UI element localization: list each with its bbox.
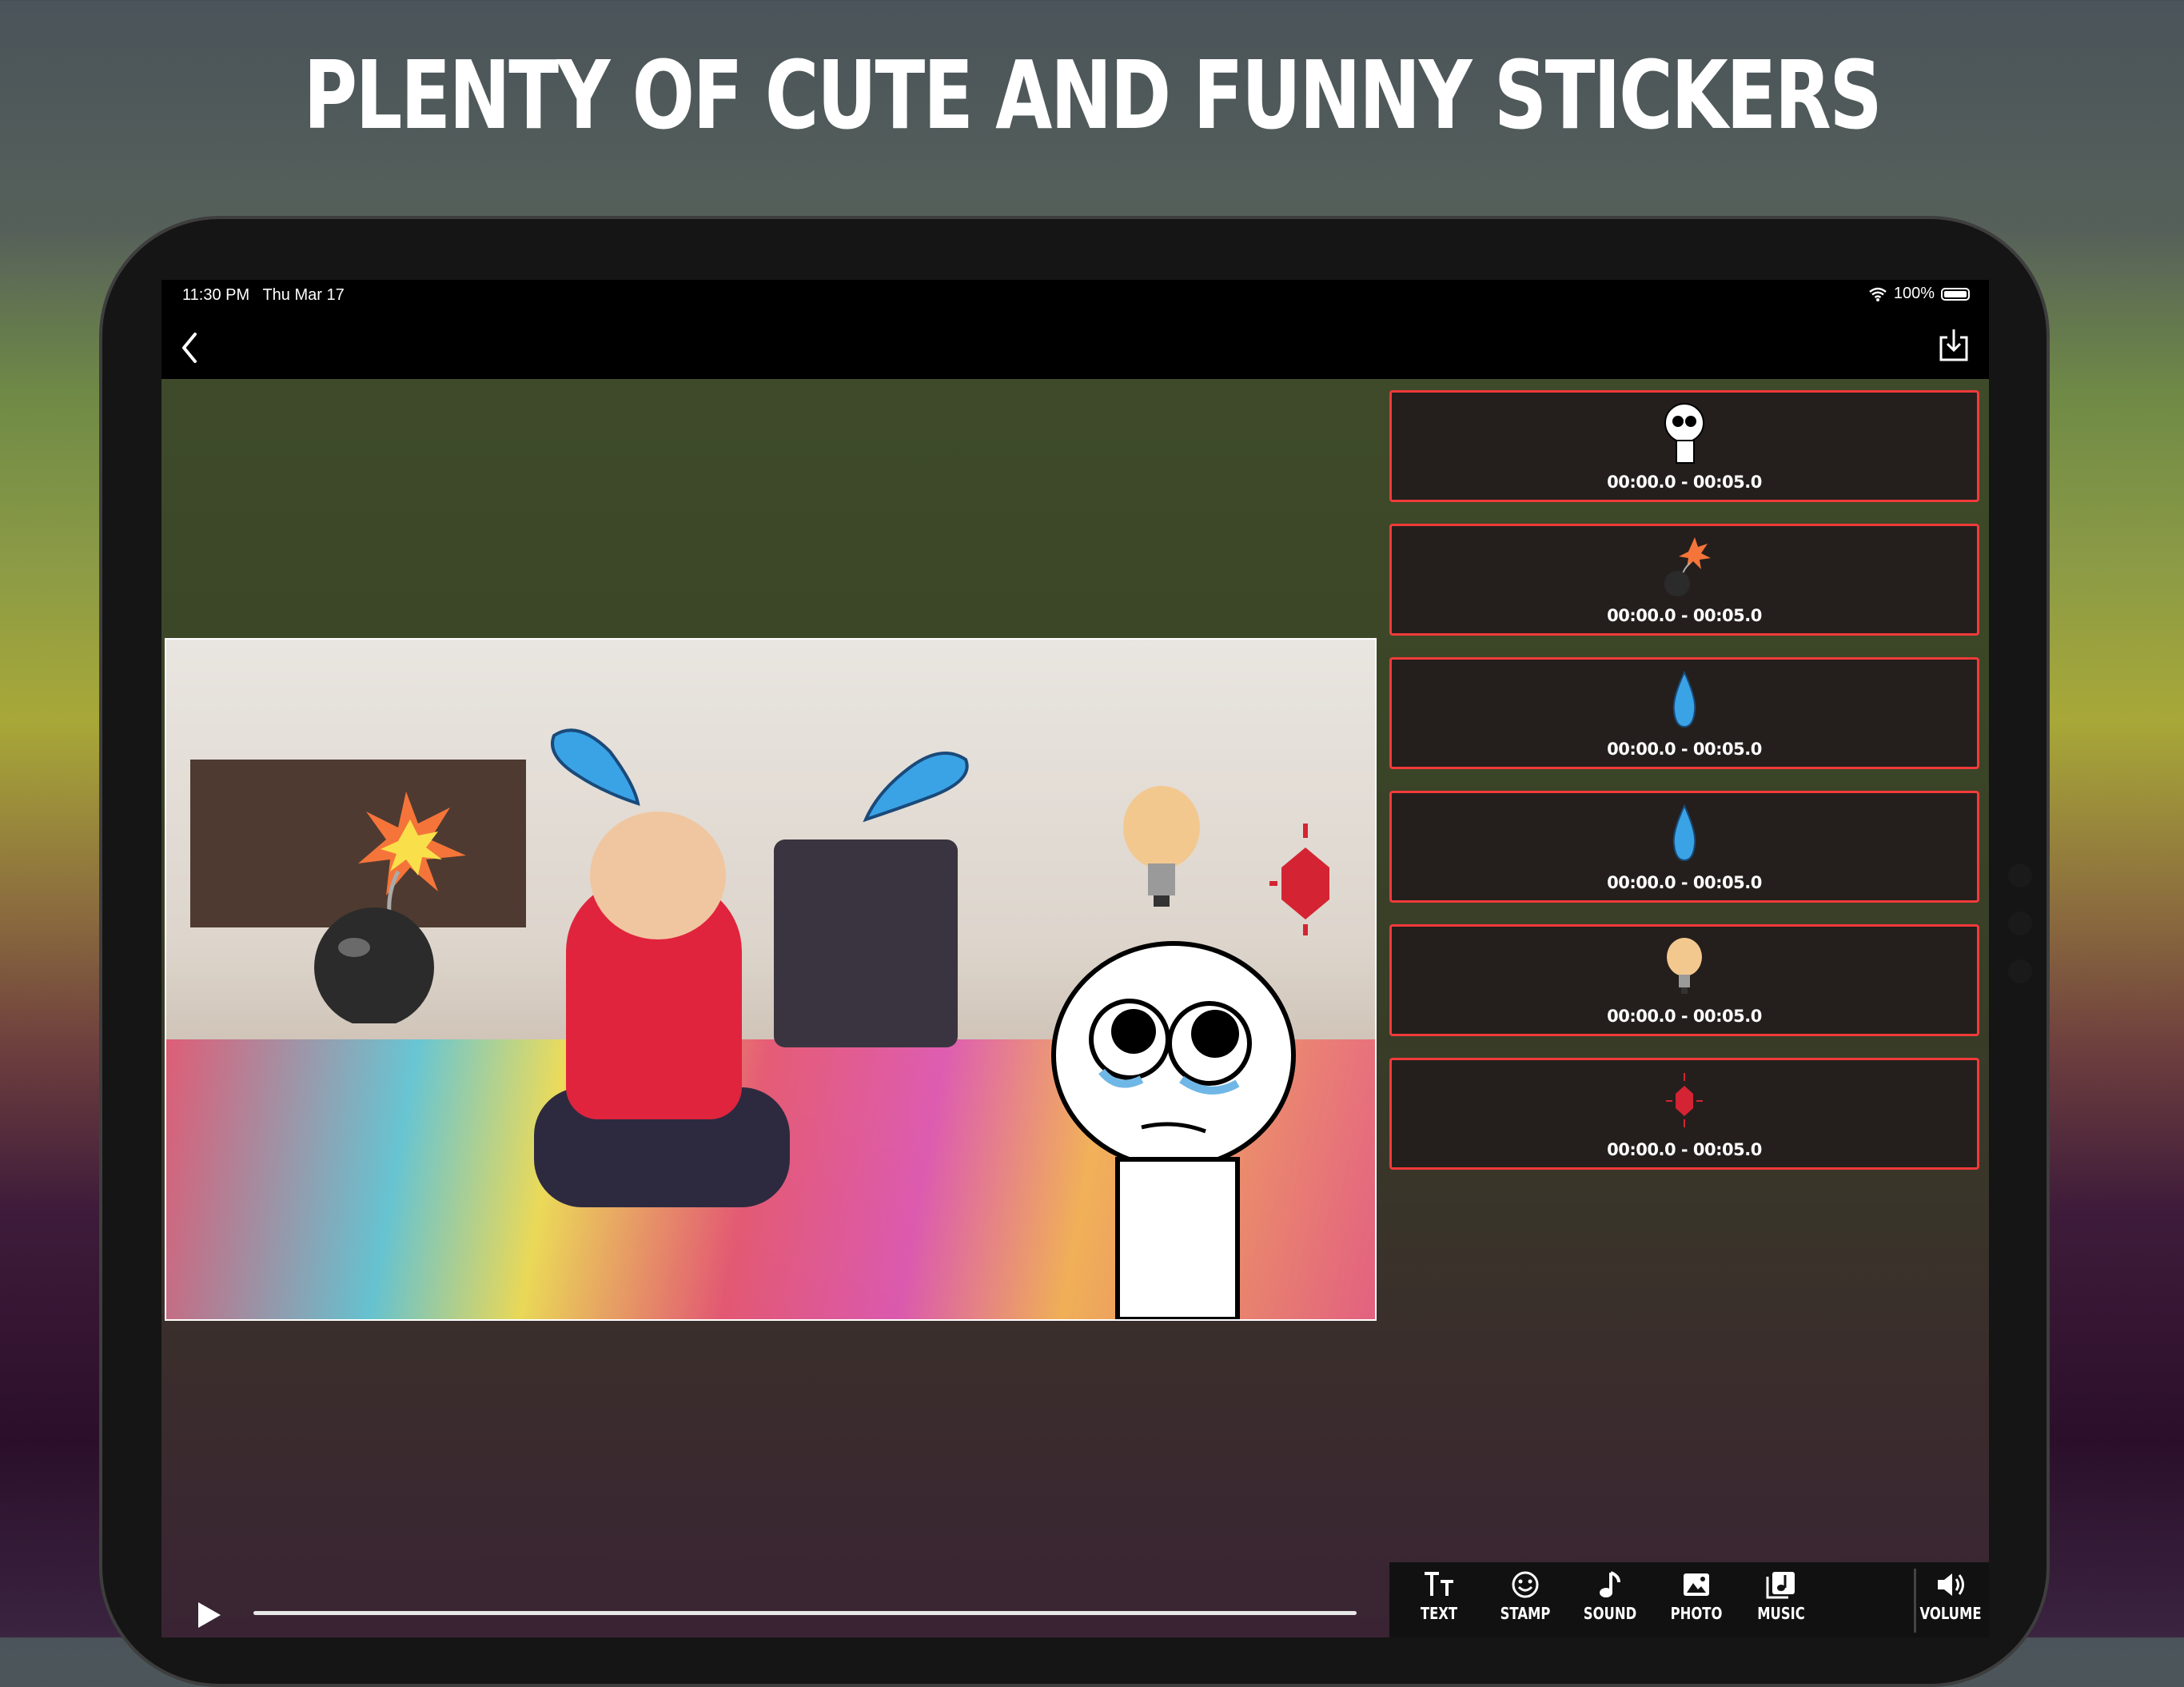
stamp-tool-label: STAMP: [1500, 1604, 1551, 1623]
promo-headline: PLENTY OF CUTE AND FUNNY STICKERS: [303, 40, 1883, 150]
sticker-item[interactable]: 00:00.0 - 00:05.0: [1389, 657, 1979, 769]
water-drop-icon: [1672, 670, 1696, 728]
photo-tool-label: PHOTO: [1670, 1604, 1723, 1623]
sticker-time-range: 00:00.0 - 00:05.0: [1607, 473, 1762, 492]
text-tool-label: TEXT: [1420, 1604, 1458, 1623]
sticker-item[interactable]: 00:00.0 - 00:05.0: [1389, 390, 1979, 502]
video-preview[interactable]: [165, 638, 1377, 1321]
ruby-sticker[interactable]: [1269, 824, 1341, 935]
photo-icon: [1684, 1573, 1709, 1596]
sound-tool-label: SOUND: [1583, 1604, 1637, 1623]
music-note-icon: [1600, 1571, 1620, 1597]
photo-tool-button[interactable]: PHOTO: [1656, 1569, 1736, 1623]
drop-sticker[interactable]: [862, 744, 974, 824]
timeline-scrubber[interactable]: [253, 1611, 1357, 1615]
light-bulb-icon: [1667, 938, 1702, 994]
sticker-time-range: 00:00.0 - 00:05.0: [1607, 740, 1762, 759]
sticker-time-range: 00:00.0 - 00:05.0: [1607, 873, 1762, 892]
top-bar: 11:30 PM Thu Mar 17 100%: [161, 280, 1989, 379]
baby-head: [590, 812, 726, 939]
meme-face-icon: [1664, 403, 1704, 464]
light-bulb-sticker[interactable]: [1118, 784, 1206, 919]
sticker-time-range: 00:00.0 - 00:05.0: [1607, 1140, 1762, 1159]
bomb-sticker[interactable]: [310, 784, 470, 1023]
status-indicators: 100%: [1868, 285, 1970, 303]
clock-time: 11:30 PM: [182, 286, 250, 304]
sound-tool-button[interactable]: SOUND: [1570, 1569, 1650, 1623]
cushion: [774, 840, 958, 1047]
drop-sticker[interactable]: [546, 720, 642, 808]
status-time: 11:30 PM Thu Mar 17: [182, 286, 345, 305]
sticker-time-range: 00:00.0 - 00:05.0: [1607, 1007, 1762, 1026]
sticker-time-range: 00:00.0 - 00:05.0: [1607, 606, 1762, 625]
back-button[interactable]: [176, 328, 205, 368]
bomb-icon: [1664, 537, 1711, 596]
wifi-icon: [1869, 287, 1887, 301]
volume-tool-button[interactable]: VOLUME: [1911, 1569, 1989, 1623]
music-tool-label: MUSIC: [1757, 1604, 1805, 1623]
play-icon[interactable]: [192, 1599, 224, 1631]
volume-tool-label: VOLUME: [1919, 1604, 1982, 1623]
music-tool-button[interactable]: MUSIC: [1741, 1569, 1821, 1623]
sticker-item[interactable]: 00:00.0 - 00:05.0: [1389, 791, 1979, 903]
music-library-icon: [1766, 1572, 1795, 1599]
sticker-item[interactable]: 00:00.0 - 00:05.0: [1389, 924, 1979, 1036]
ruby-gem-icon: [1666, 1073, 1703, 1127]
stamp-tool-button[interactable]: STAMP: [1485, 1569, 1565, 1623]
smiley-icon: [1512, 1571, 1539, 1598]
water-drop-icon: [1672, 804, 1696, 862]
export-button[interactable]: [1936, 326, 1971, 365]
clock-date: Thu Mar 17: [262, 286, 345, 304]
app-screen: 11:30 PM Thu Mar 17 100% 00:00.0 - 00:05…: [161, 280, 1989, 1637]
text-icon: [1425, 1572, 1453, 1596]
sticker-item[interactable]: 00:00.0 - 00:05.0: [1389, 524, 1979, 636]
battery-percent: 100%: [1893, 285, 1935, 302]
sticker-item[interactable]: 00:00.0 - 00:05.0: [1389, 1058, 1979, 1170]
playback-bar: [161, 1559, 1389, 1637]
camera-dots: [2008, 863, 2032, 1007]
sticker-list: 00:00.0 - 00:05.0 00:00.0 - 00:05.0 00:0…: [1389, 390, 1979, 1191]
meme-face-sticker[interactable]: [1046, 935, 1309, 1319]
text-tool-button[interactable]: TEXT: [1399, 1569, 1479, 1623]
editor-toolbar: TEXT STAMP SOUND PHOTO MUSIC VOLUME: [1389, 1562, 1989, 1637]
battery-icon: [1941, 287, 1970, 301]
speaker-icon: [1938, 1573, 1964, 1596]
